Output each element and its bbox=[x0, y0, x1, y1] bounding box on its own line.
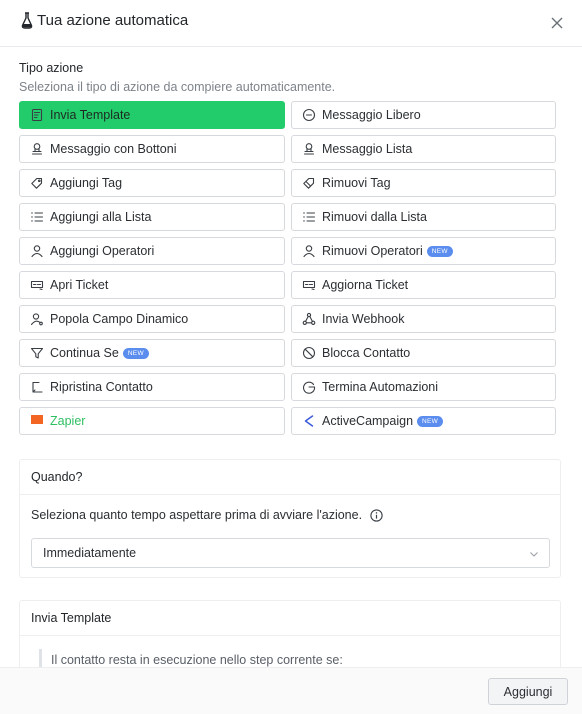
action-label: Invia Template bbox=[50, 108, 131, 122]
quando-card: Quando? Seleziona quanto tempo aspettare… bbox=[19, 459, 561, 578]
dialog-header: Tua azione automatica bbox=[0, 0, 582, 47]
action-type-grid: Invia Template Messaggio Libero Messaggio … bbox=[19, 101, 556, 435]
new-badge: NEW bbox=[417, 415, 444, 427]
new-badge: NEW bbox=[122, 347, 149, 359]
webhook-icon bbox=[301, 312, 316, 327]
tipo-azione-help: Seleziona il tipo di azione da compiere … bbox=[19, 80, 336, 94]
list-icon bbox=[29, 210, 44, 225]
action-label: Messaggio con Bottoni bbox=[50, 142, 177, 156]
stamp-icon bbox=[301, 142, 316, 157]
action-label: Termina Automazioni bbox=[322, 380, 439, 394]
action-label: Aggiungi Tag bbox=[50, 176, 123, 190]
dialog-title: Tua azione automatica bbox=[37, 12, 189, 29]
chevron-down-icon bbox=[530, 552, 538, 557]
chat-bubble-icon bbox=[301, 108, 316, 123]
block-icon bbox=[301, 346, 316, 361]
action-label: Messaggio Libero bbox=[322, 108, 421, 122]
quando-description-text: Seleziona quanto tempo aspettare prima d… bbox=[31, 508, 363, 522]
chevron-left-icon bbox=[301, 414, 316, 429]
action-label: Aggiorna Ticket bbox=[322, 278, 409, 292]
action-label: Apri Ticket bbox=[50, 278, 109, 292]
tag-remove-icon bbox=[301, 176, 316, 191]
aggiungi-button[interactable]: Aggiungi bbox=[488, 678, 568, 705]
info-icon[interactable] bbox=[370, 508, 383, 522]
action-label: Rimuovi Tag bbox=[322, 176, 391, 190]
action-label: Ripristina Contatto bbox=[50, 380, 153, 394]
action-aggiungi-tag-button[interactable]: Aggiungi Tag bbox=[19, 169, 285, 197]
action-rimuovi-dalla-lista-button[interactable]: Rimuovi dalla Lista bbox=[291, 203, 556, 231]
ticket-icon bbox=[301, 278, 316, 293]
action-messaggio-con-bottoni-button[interactable]: Messaggio con Bottoni bbox=[19, 135, 285, 163]
action-label: Invia Webhook bbox=[322, 312, 405, 326]
user-icon bbox=[301, 244, 316, 259]
action-label: Popola Campo Dinamico bbox=[50, 312, 189, 326]
delay-select[interactable]: Immediatamente bbox=[31, 538, 550, 568]
ticket-icon bbox=[29, 278, 44, 293]
action-zapier-button[interactable]: Zapier bbox=[19, 407, 285, 435]
tipo-azione-label: Tipo azione bbox=[19, 61, 84, 75]
new-badge: NEW bbox=[426, 245, 453, 257]
action-label: Continua Se bbox=[50, 346, 119, 360]
stamp-icon bbox=[29, 142, 44, 157]
action-label: Rimuovi dalla Lista bbox=[322, 210, 427, 224]
zapier-icon bbox=[29, 414, 44, 429]
action-rimuovi-tag-button[interactable]: Rimuovi Tag bbox=[291, 169, 556, 197]
template-icon bbox=[29, 108, 44, 123]
action-label: Aggiungi Operatori bbox=[50, 244, 155, 258]
invia-template-title: Invia Template bbox=[20, 601, 560, 636]
action-rimuovi-operatori-button[interactable]: Rimuovi Operatori NEW bbox=[291, 237, 556, 265]
tag-icon bbox=[29, 176, 44, 191]
list-icon bbox=[301, 210, 316, 225]
action-popola-campo-dinamico-button[interactable]: Popola Campo Dinamico bbox=[19, 305, 285, 333]
stop-circle-icon bbox=[301, 380, 316, 395]
action-messaggio-libero-button[interactable]: Messaggio Libero bbox=[291, 101, 556, 129]
action-aggiungi-operatori-button[interactable]: Aggiungi Operatori bbox=[19, 237, 285, 265]
action-invia-webhook-button[interactable]: Invia Webhook bbox=[291, 305, 556, 333]
dialog-footer: Aggiungi bbox=[0, 667, 582, 714]
action-label: Aggiungi alla Lista bbox=[50, 210, 152, 224]
action-messaggio-lista-button[interactable]: Messaggio Lista bbox=[291, 135, 556, 163]
action-continua-se-button[interactable]: Continua Se NEW bbox=[19, 339, 285, 367]
delay-select-value: Immediatamente bbox=[43, 546, 137, 560]
quando-title: Quando? bbox=[20, 460, 560, 495]
action-label: Messaggio Lista bbox=[322, 142, 413, 156]
action-label: Zapier bbox=[50, 414, 86, 428]
user-field-icon bbox=[29, 312, 44, 327]
action-blocca-contatto-button[interactable]: Blocca Contatto bbox=[291, 339, 556, 367]
action-ripristina-contatto-button[interactable]: Ripristina Contatto bbox=[19, 373, 285, 401]
action-label: Blocca Contatto bbox=[322, 346, 411, 360]
action-label: Rimuovi Operatori bbox=[322, 244, 423, 258]
action-aggiorna-ticket-button[interactable]: Aggiorna Ticket bbox=[291, 271, 556, 299]
action-label: ActiveCampaign bbox=[322, 414, 414, 428]
filter-icon bbox=[29, 346, 44, 361]
close-icon[interactable] bbox=[549, 15, 565, 31]
action-activecampaign-button[interactable]: ActiveCampaign NEW bbox=[291, 407, 556, 435]
action-termina-automazioni-button[interactable]: Termina Automazioni bbox=[291, 373, 556, 401]
action-invia-template-button[interactable]: Invia Template bbox=[19, 101, 285, 129]
action-apri-ticket-button[interactable]: Apri Ticket bbox=[19, 271, 285, 299]
action-aggiungi-alla-lista-button[interactable]: Aggiungi alla Lista bbox=[19, 203, 285, 231]
quando-description: Seleziona quanto tempo aspettare prima d… bbox=[31, 508, 383, 522]
undo-icon bbox=[29, 380, 44, 395]
user-icon bbox=[29, 244, 44, 259]
flask-icon bbox=[21, 12, 33, 29]
